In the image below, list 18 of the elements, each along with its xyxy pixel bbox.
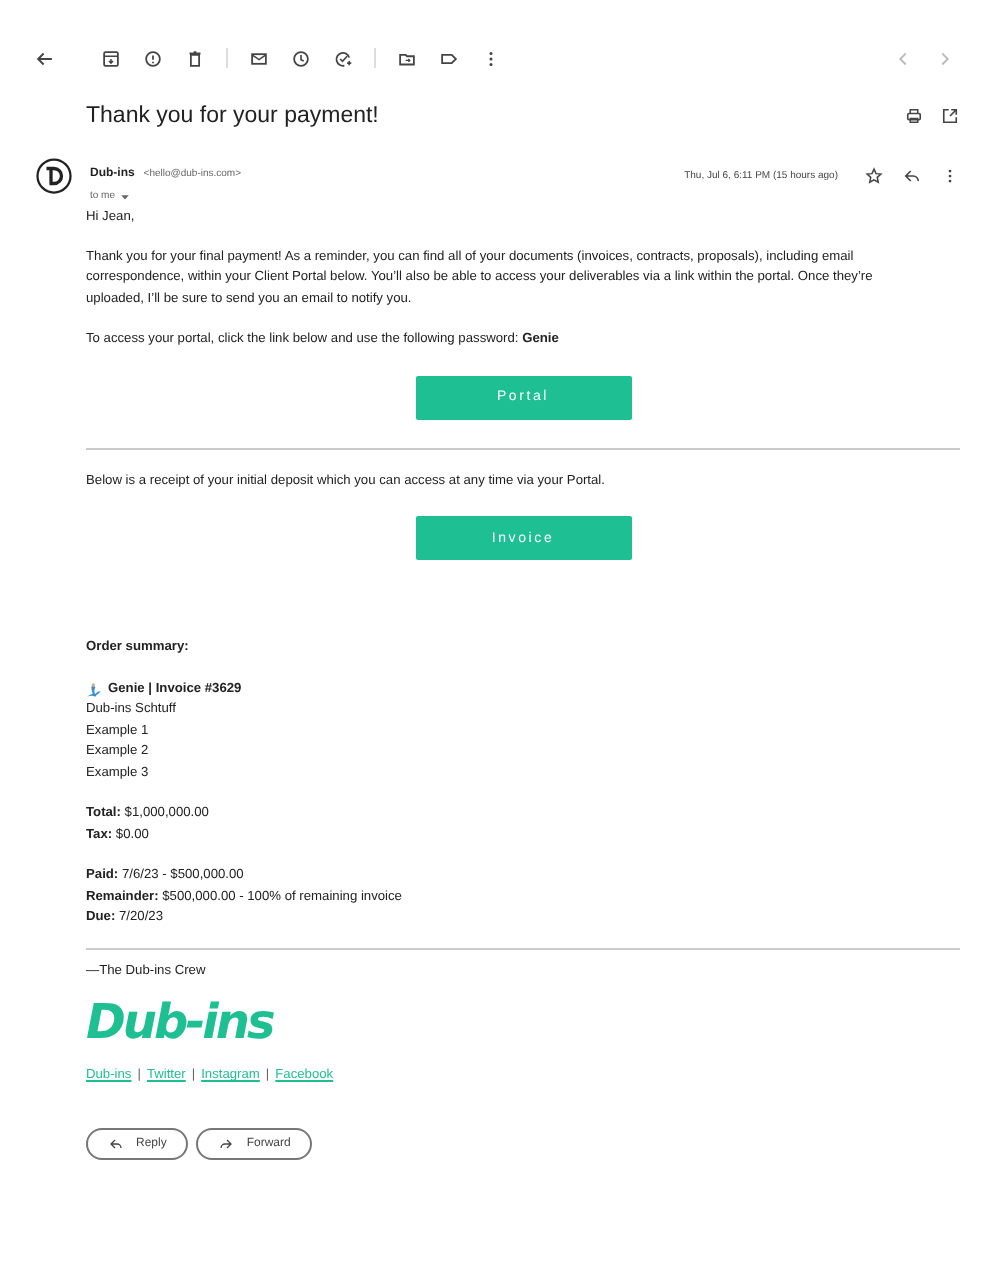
clock-icon[interactable] — [290, 47, 312, 69]
reply-icon[interactable] — [902, 166, 922, 186]
forward-arrow-icon — [218, 1135, 235, 1151]
add-task-icon[interactable] — [332, 47, 354, 69]
genie-icon — [86, 681, 102, 698]
report-icon[interactable] — [142, 47, 164, 69]
envelope-icon[interactable] — [248, 47, 270, 69]
caret-icon — [119, 191, 130, 201]
archive-icon[interactable] — [100, 47, 122, 69]
back-arrow-icon[interactable] — [34, 47, 56, 69]
print-icon[interactable] — [904, 106, 924, 126]
open-new-window-icon[interactable] — [940, 106, 960, 126]
reply-arrow-icon — [108, 1135, 124, 1151]
star-icon[interactable] — [864, 166, 884, 186]
sender-avatar-icon — [36, 158, 72, 194]
trash-icon[interactable] — [184, 47, 206, 69]
email-subject: Thank you for your payment! — [86, 104, 381, 128]
brand-logo: Dub-ins — [86, 992, 273, 1054]
